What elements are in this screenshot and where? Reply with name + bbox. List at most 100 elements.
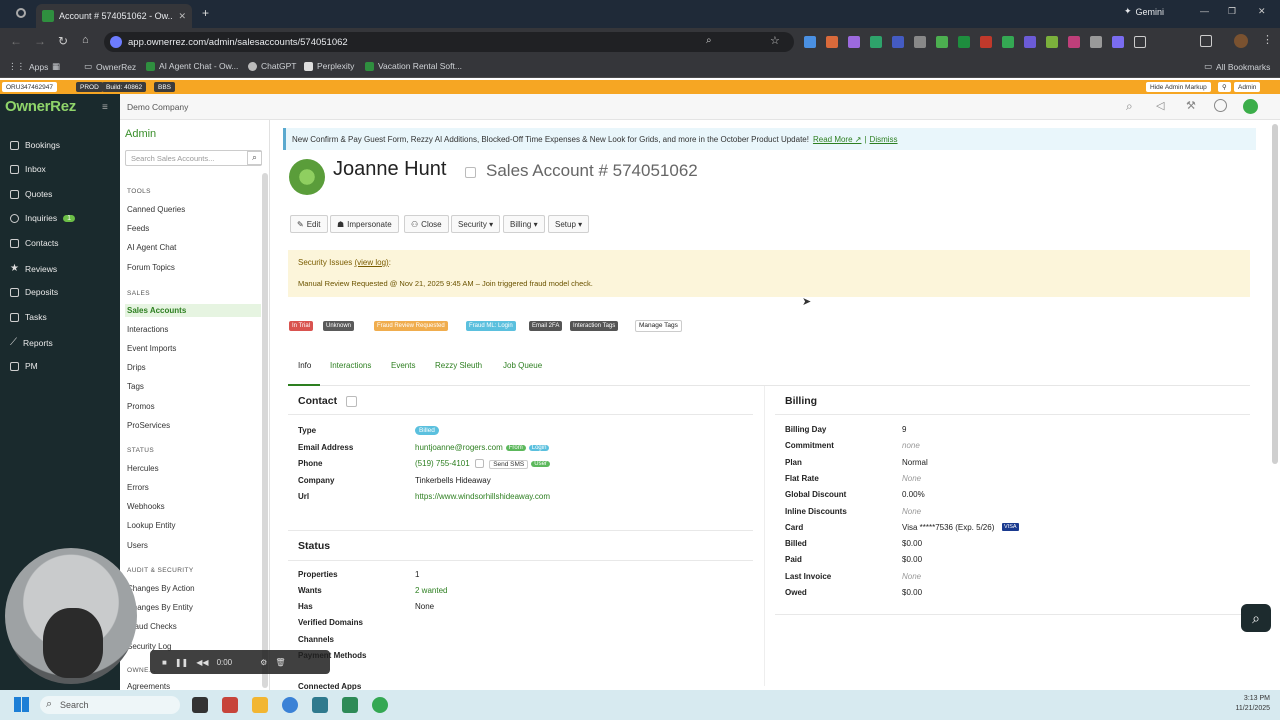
bookmark-apps[interactable]: ⋮⋮ Apps xyxy=(8,61,48,72)
forward-icon[interactable]: → xyxy=(34,34,46,48)
sales-account-search-input[interactable]: Search Sales Accounts... xyxy=(125,150,262,166)
subnav-proservices[interactable]: ProServices xyxy=(127,421,170,430)
impersonate-button[interactable]: ☗ Impersonate xyxy=(330,215,399,233)
bookmark-perplexity[interactable]: Perplexity xyxy=(304,61,354,71)
kebab-menu-icon[interactable]: ⋮ xyxy=(1262,33,1273,46)
reload-icon[interactable]: ↻ xyxy=(58,34,68,48)
bookmark-vacation-rental[interactable]: Vacation Rental Soft... xyxy=(365,61,462,71)
bookmark-star-icon[interactable]: ☆ xyxy=(770,34,780,47)
extension-icon[interactable] xyxy=(1112,36,1124,48)
zoom-icon[interactable]: ⌕ xyxy=(706,35,712,46)
url-input[interactable]: app.ownerrez.com/admin/salesaccounts/574… xyxy=(104,32,794,52)
nav-pm[interactable]: PM xyxy=(10,361,38,371)
sidebar-scrollbar[interactable] xyxy=(262,173,268,688)
extension-icon[interactable] xyxy=(914,36,926,48)
announcements-icon[interactable]: ◁ xyxy=(1156,99,1164,112)
subnav-drips[interactable]: Drips xyxy=(127,363,146,372)
grid-icon[interactable]: ▦ xyxy=(52,61,60,72)
subnav-event-imports[interactable]: Event Imports xyxy=(127,344,176,353)
extension-icon[interactable] xyxy=(958,36,970,48)
nav-quotes[interactable]: Quotes xyxy=(10,189,52,199)
company-name[interactable]: Demo Company xyxy=(127,102,188,112)
hide-admin-markup-button[interactable]: Hide Admin Markup xyxy=(1146,82,1211,92)
system-clock[interactable]: 3:13 PM 11/21/2025 xyxy=(1235,694,1270,714)
send-sms-button[interactable]: Send SMS xyxy=(489,460,529,469)
search-zoom-icon[interactable]: ⌕ xyxy=(1241,604,1271,632)
windows-start-icon[interactable] xyxy=(14,697,29,712)
taskbar-search[interactable]: ⌕ Search xyxy=(40,696,180,714)
tab-info[interactable]: Info xyxy=(298,361,311,370)
settings-icon[interactable]: ⚙ xyxy=(260,658,267,667)
minimize-icon[interactable]: — xyxy=(1200,6,1209,16)
subnav-tags[interactable]: Tags xyxy=(127,382,144,391)
browser-tab-active[interactable]: Account # 574051062 - Ow... ✕ xyxy=(36,4,192,28)
subnav-forum-topics[interactable]: Forum Topics xyxy=(127,263,175,272)
all-bookmarks[interactable]: ▭ All Bookmarks xyxy=(1204,61,1270,72)
read-more-link[interactable]: Read More ↗ xyxy=(813,135,862,144)
view-log-link[interactable]: (view log) xyxy=(354,258,388,267)
nav-reviews[interactable]: ★ Reviews xyxy=(10,263,57,274)
stop-icon[interactable]: ■ xyxy=(162,658,167,667)
subnav-webhooks[interactable]: Webhooks xyxy=(127,502,165,511)
gemini-button[interactable]: ✦ Gemini xyxy=(1124,6,1164,17)
security-dropdown[interactable]: Security ▾ xyxy=(451,215,501,233)
subnav-ai-agent-chat[interactable]: AI Agent Chat xyxy=(127,243,176,252)
wants-link[interactable]: 2 wanted xyxy=(415,586,447,595)
subnav-interactions[interactable]: Interactions xyxy=(127,325,168,334)
tag-in-trial[interactable]: In Trial xyxy=(289,321,314,331)
extension-icon[interactable] xyxy=(936,36,948,48)
task-view-icon[interactable] xyxy=(192,697,208,713)
phone-link[interactable]: (519) 755-4101 xyxy=(415,459,470,468)
search-icon[interactable]: ⌕ xyxy=(1126,99,1133,114)
link-icon[interactable]: ⚲ xyxy=(1218,82,1231,92)
subnav-changes-by-action[interactable]: Changes By Action xyxy=(127,584,195,593)
maximize-icon[interactable]: ❐ xyxy=(1228,6,1236,17)
extension-icon[interactable] xyxy=(980,36,992,48)
nav-tasks[interactable]: Tasks xyxy=(10,312,47,322)
nav-inbox[interactable]: Inbox xyxy=(10,164,46,174)
hamburger-icon[interactable]: ≡ xyxy=(102,102,108,113)
bookmark-ai-agent-chat[interactable]: AI Agent Chat - Ow... xyxy=(146,61,238,71)
chrome-icon[interactable] xyxy=(372,697,388,713)
rewind-icon[interactable]: ◀◀ xyxy=(196,658,208,667)
subnav-promos[interactable]: Promos xyxy=(127,402,155,411)
extension-icon[interactable] xyxy=(1068,36,1080,48)
tab-job-queue[interactable]: Job Queue xyxy=(503,361,542,370)
trash-icon[interactable]: 🗑 xyxy=(275,658,285,667)
setup-dropdown[interactable]: Setup ▾ xyxy=(548,215,590,233)
tab-close-icon[interactable]: ✕ xyxy=(178,11,186,22)
tag-unknown[interactable]: Unknown xyxy=(323,321,355,331)
help-icon[interactable] xyxy=(1214,99,1227,112)
tab-interactions[interactable]: Interactions xyxy=(330,361,371,370)
nav-reports[interactable]: ⟋ Reports xyxy=(10,337,53,348)
chrome-icon[interactable] xyxy=(282,697,298,713)
copy-icon[interactable] xyxy=(346,396,357,407)
nav-inquiries[interactable]: Inquiries 1 xyxy=(10,213,76,223)
pause-icon[interactable]: ❚❚ xyxy=(175,658,188,667)
user-avatar[interactable] xyxy=(1243,99,1258,114)
tag-email-2fa[interactable]: Email 2FA xyxy=(529,321,563,331)
brand-logo[interactable]: OwnerRez xyxy=(5,98,76,115)
new-tab-button[interactable]: + xyxy=(202,6,209,20)
copy-icon[interactable] xyxy=(474,459,484,469)
billing-dropdown[interactable]: Billing ▾ xyxy=(503,215,545,233)
wrench-icon[interactable]: ⚒ xyxy=(1186,99,1196,112)
window-close-icon[interactable]: ✕ xyxy=(1258,6,1266,17)
side-panel-icon[interactable] xyxy=(1200,35,1212,47)
tab-rezzy-sleuth[interactable]: Rezzy Sleuth xyxy=(435,361,482,370)
page-scrollbar[interactable] xyxy=(1272,124,1278,464)
nav-bookings[interactable]: Bookings xyxy=(10,140,60,150)
app-icon[interactable] xyxy=(342,697,358,713)
copy-icon[interactable] xyxy=(465,167,476,178)
extension-icon[interactable] xyxy=(848,36,860,48)
admin-dropdown[interactable]: Admin xyxy=(1234,82,1261,92)
app-icon[interactable] xyxy=(312,697,328,713)
email-link[interactable]: huntjoanne@rogers.com xyxy=(415,443,503,452)
url-link[interactable]: https://www.windsorhillshideaway.com xyxy=(415,492,550,501)
extension-icon[interactable] xyxy=(804,36,816,48)
subnav-users[interactable]: Users xyxy=(127,541,148,550)
manage-tags-button[interactable]: Manage Tags xyxy=(635,320,682,332)
back-icon[interactable]: ← xyxy=(10,34,22,48)
profile-avatar[interactable] xyxy=(1234,34,1248,48)
subnav-sales-accounts[interactable]: Sales Accounts xyxy=(125,304,261,317)
